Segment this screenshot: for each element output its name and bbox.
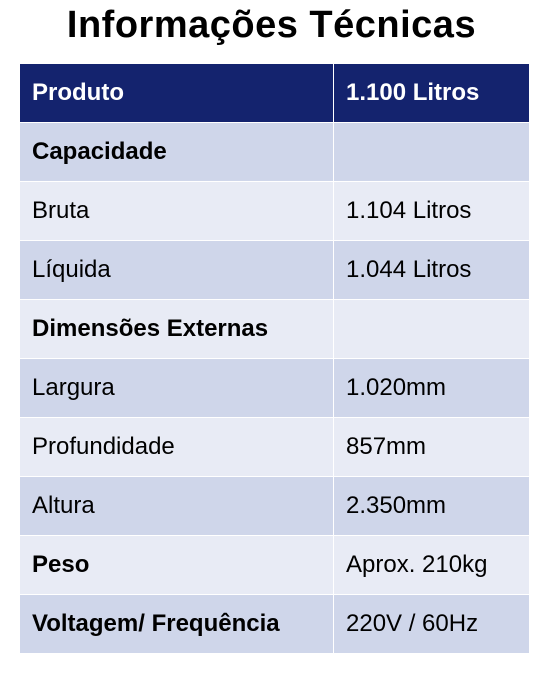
page-title: Informações Técnicas [66,4,477,46]
table-row: Altura 2.350mm [19,476,530,536]
row-value: Aprox. 210kg [333,535,530,595]
row-label: Dimensões Externas [19,299,334,359]
row-label: Voltagem/ Frequência [19,594,334,654]
row-value: 2.350mm [333,476,530,536]
row-label: Bruta [19,181,334,241]
row-value [333,122,530,182]
row-value: 1.020mm [333,358,530,418]
header-value: 1.100 Litros [333,63,530,123]
row-label: Altura [19,476,334,536]
table-row: Dimensões Externas [19,299,530,359]
row-label: Capacidade [19,122,334,182]
row-value: 1.044 Litros [333,240,530,300]
table-row: Capacidade [19,122,530,182]
table-row: Profundidade 857mm [19,417,530,477]
row-label: Profundidade [19,417,334,477]
row-value [333,299,530,359]
row-label: Líquida [19,240,334,300]
spec-table: Produto 1.100 Litros Capacidade Bruta 1.… [19,63,530,654]
header-label: Produto [19,63,334,123]
table-header-row: Produto 1.100 Litros [19,63,530,123]
table-row: Líquida 1.044 Litros [19,240,530,300]
row-value: 857mm [333,417,530,477]
row-label: Largura [19,358,334,418]
table-row: Largura 1.020mm [19,358,530,418]
row-value: 1.104 Litros [333,181,530,241]
row-value: 220V / 60Hz [333,594,530,654]
table-row: Bruta 1.104 Litros [19,181,530,241]
table-row: Peso Aprox. 210kg [19,535,530,595]
row-label: Peso [19,535,334,595]
table-row: Voltagem/ Frequência 220V / 60Hz [19,594,530,654]
